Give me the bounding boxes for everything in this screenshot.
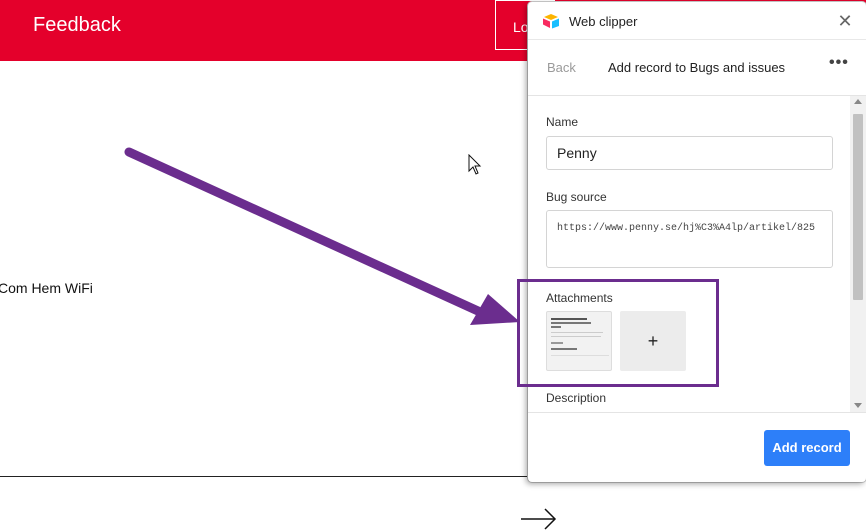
description-label: Description	[546, 391, 607, 405]
add-record-button[interactable]: Add record	[764, 430, 850, 466]
divider	[0, 476, 540, 477]
attachment-thumbnail[interactable]	[546, 311, 612, 371]
clipper-footer: Add record	[528, 412, 866, 482]
record-form: Name Penny Bug source https://www.penny.…	[528, 96, 866, 412]
add-attachment-button[interactable]: +	[620, 311, 686, 371]
arrow-right-icon[interactable]	[519, 505, 559, 532]
back-button[interactable]: Back	[547, 60, 576, 75]
clipper-titlebar: Web clipper ✕	[528, 2, 866, 40]
scroll-thumb[interactable]	[853, 114, 863, 300]
bug-source-label: Bug source	[546, 190, 607, 204]
name-field[interactable]: Penny	[546, 136, 833, 170]
name-field-value: Penny	[557, 145, 597, 161]
scroll-down-icon[interactable]	[854, 403, 862, 408]
more-options-icon[interactable]: •••	[829, 54, 849, 72]
attachments-label: Attachments	[546, 291, 613, 305]
clipper-nav: Back Add record to Bugs and issues •••	[528, 40, 866, 96]
airtable-logo-icon	[543, 14, 559, 29]
web-clipper-panel: Web clipper ✕ Back Add record to Bugs an…	[528, 2, 866, 482]
screen: Feedback Lo Com Hem WiFi Web clipper ✕ B…	[0, 0, 866, 532]
bug-source-value: https://www.penny.se/hj%C3%A4lp/artikel/…	[557, 223, 816, 234]
page-body-text: Com Hem WiFi	[0, 280, 93, 296]
attachment-preview-icon	[551, 318, 609, 356]
site-title: Feedback	[33, 14, 121, 36]
form-scrollbar[interactable]	[850, 96, 866, 412]
name-label: Name	[546, 115, 579, 129]
clipper-title: Web clipper	[569, 14, 638, 29]
mouse-cursor-icon	[468, 154, 482, 175]
bug-source-field[interactable]: https://www.penny.se/hj%C3%A4lp/artikel/…	[546, 210, 833, 268]
clipper-nav-title: Add record to Bugs and issues	[608, 60, 786, 75]
scroll-up-icon[interactable]	[854, 99, 862, 104]
close-icon[interactable]: ✕	[834, 10, 856, 32]
